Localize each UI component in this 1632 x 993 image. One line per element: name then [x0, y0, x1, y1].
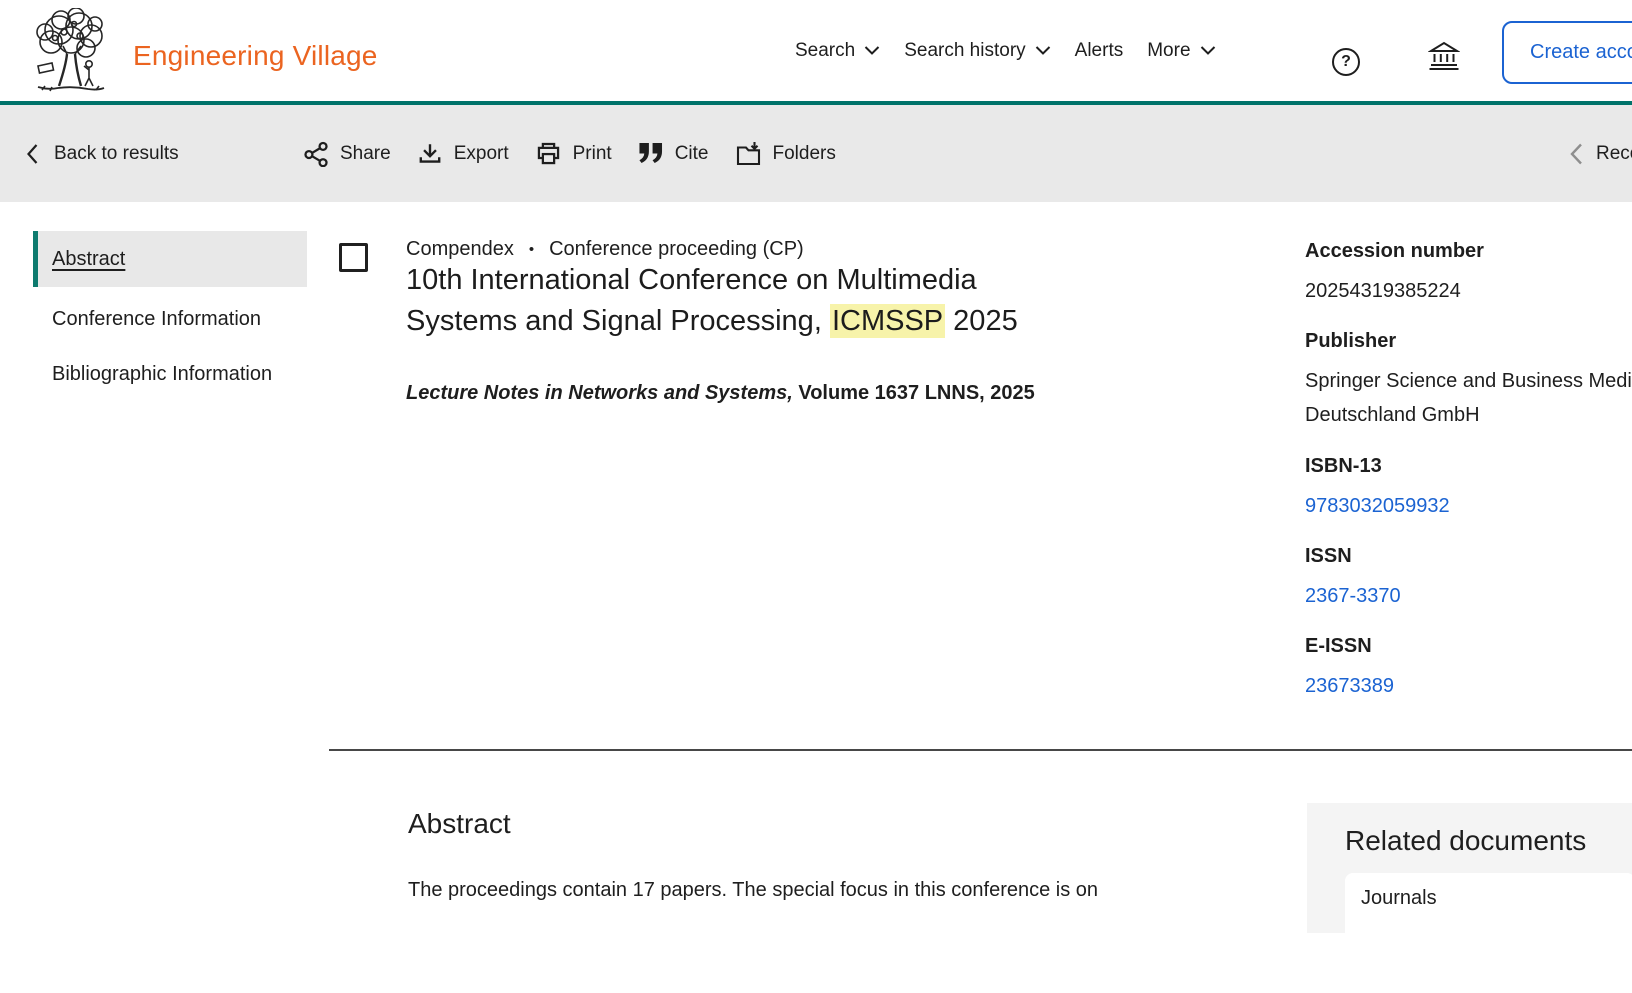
- isbn13-field: ISBN-13 9783032059932: [1305, 455, 1632, 523]
- issn-label: ISSN: [1305, 545, 1632, 568]
- previous-record-button[interactable]: Record: [1570, 105, 1632, 202]
- folders-button[interactable]: Folders: [735, 141, 836, 167]
- chevron-down-icon: [1200, 46, 1216, 55]
- nav-alerts[interactable]: Alerts: [1075, 40, 1124, 62]
- nav-search[interactable]: Search: [795, 40, 880, 62]
- series-line: Lecture Notes in Networks and Systems, V…: [406, 382, 1035, 405]
- back-to-results-button[interactable]: Back to results: [27, 105, 179, 202]
- related-documents-heading: Related documents: [1345, 825, 1586, 857]
- related-documents-panel: Related documents Journals: [1307, 803, 1632, 933]
- tree-icon: [30, 8, 114, 94]
- chevron-down-icon: [1035, 46, 1051, 55]
- related-journals-section-label: Journals: [1361, 887, 1437, 910]
- bullet-separator: •: [529, 241, 534, 258]
- print-button[interactable]: Print: [535, 140, 612, 167]
- record-select-checkbox[interactable]: [339, 243, 368, 272]
- highlighted-search-term: ICMSSP: [830, 304, 945, 338]
- accession-number-value: 20254319385224: [1305, 274, 1632, 308]
- chevron-left-icon: [1570, 143, 1583, 165]
- nav-search-history[interactable]: Search history: [904, 40, 1050, 62]
- database-label: Compendex: [406, 238, 514, 261]
- header: Engineering Village Search Search histor…: [0, 0, 1632, 101]
- share-icon: [303, 141, 329, 167]
- isbn13-link[interactable]: 9783032059932: [1305, 489, 1450, 523]
- publisher-label: Publisher: [1305, 330, 1632, 353]
- series-title: Lecture Notes in Networks and Systems,: [406, 382, 793, 404]
- chevron-left-icon: [27, 144, 38, 164]
- sidebar-item-bibliographic-information[interactable]: Bibliographic Information: [52, 356, 277, 392]
- sidebar-item-abstract[interactable]: Abstract: [33, 231, 307, 287]
- accession-number-label: Accession number: [1305, 240, 1632, 263]
- record-toolbar: Back to results Share Export Print: [0, 105, 1632, 202]
- brand-title[interactable]: Engineering Village: [133, 40, 378, 72]
- export-button[interactable]: Export: [417, 141, 509, 167]
- share-button[interactable]: Share: [303, 141, 391, 167]
- eissn-link[interactable]: 23673389: [1305, 669, 1394, 703]
- record-title: 10th International Conference on Multime…: [406, 260, 1051, 342]
- related-documents-card: Journals: [1345, 873, 1632, 993]
- eissn-field: E-ISSN 23673389: [1305, 635, 1632, 703]
- elsevier-tree-logo[interactable]: [30, 8, 114, 94]
- record-meta-line: Compendex • Conference proceeding (CP): [406, 238, 804, 261]
- series-volume: Volume 1637 LNNS, 2025: [793, 382, 1035, 404]
- engineering-village-record-page: { "header": { "brand": "Engineering Vill…: [0, 0, 1632, 909]
- printer-icon: [535, 140, 562, 167]
- export-download-icon: [417, 141, 443, 167]
- abstract-heading: Abstract: [408, 808, 511, 840]
- institution-icon[interactable]: [1428, 40, 1460, 71]
- bank-building-icon: [1428, 40, 1460, 71]
- isbn13-label: ISBN-13: [1305, 455, 1632, 478]
- issn-field: ISSN 2367-3370: [1305, 545, 1632, 613]
- quote-icon: [638, 143, 664, 164]
- accession-number-field: Accession number 20254319385224: [1305, 240, 1632, 308]
- abstract-text: The proceedings contain 17 papers. The s…: [408, 879, 1098, 902]
- publisher-value-line1: Springer Science and Business Media: [1305, 364, 1632, 398]
- toolbar-actions: Share Export Print Cite: [303, 105, 836, 202]
- cite-button[interactable]: Cite: [638, 143, 709, 165]
- chevron-down-icon: [864, 46, 880, 55]
- publisher-value-line2: Deutschland GmbH: [1305, 398, 1632, 432]
- help-icon[interactable]: ?: [1332, 48, 1360, 76]
- nav-more[interactable]: More: [1147, 40, 1215, 62]
- folder-add-icon: [735, 141, 762, 167]
- section-divider: [329, 749, 1632, 751]
- eissn-label: E-ISSN: [1305, 635, 1632, 658]
- main-nav: Search Search history Alerts More: [795, 0, 1216, 101]
- sidebar-item-conference-information[interactable]: Conference Information: [52, 301, 261, 337]
- publisher-field: Publisher Springer Science and Business …: [1305, 330, 1632, 432]
- document-type-label: Conference proceeding (CP): [549, 238, 804, 261]
- create-account-button[interactable]: Create account: [1502, 21, 1632, 84]
- issn-link[interactable]: 2367-3370: [1305, 579, 1401, 613]
